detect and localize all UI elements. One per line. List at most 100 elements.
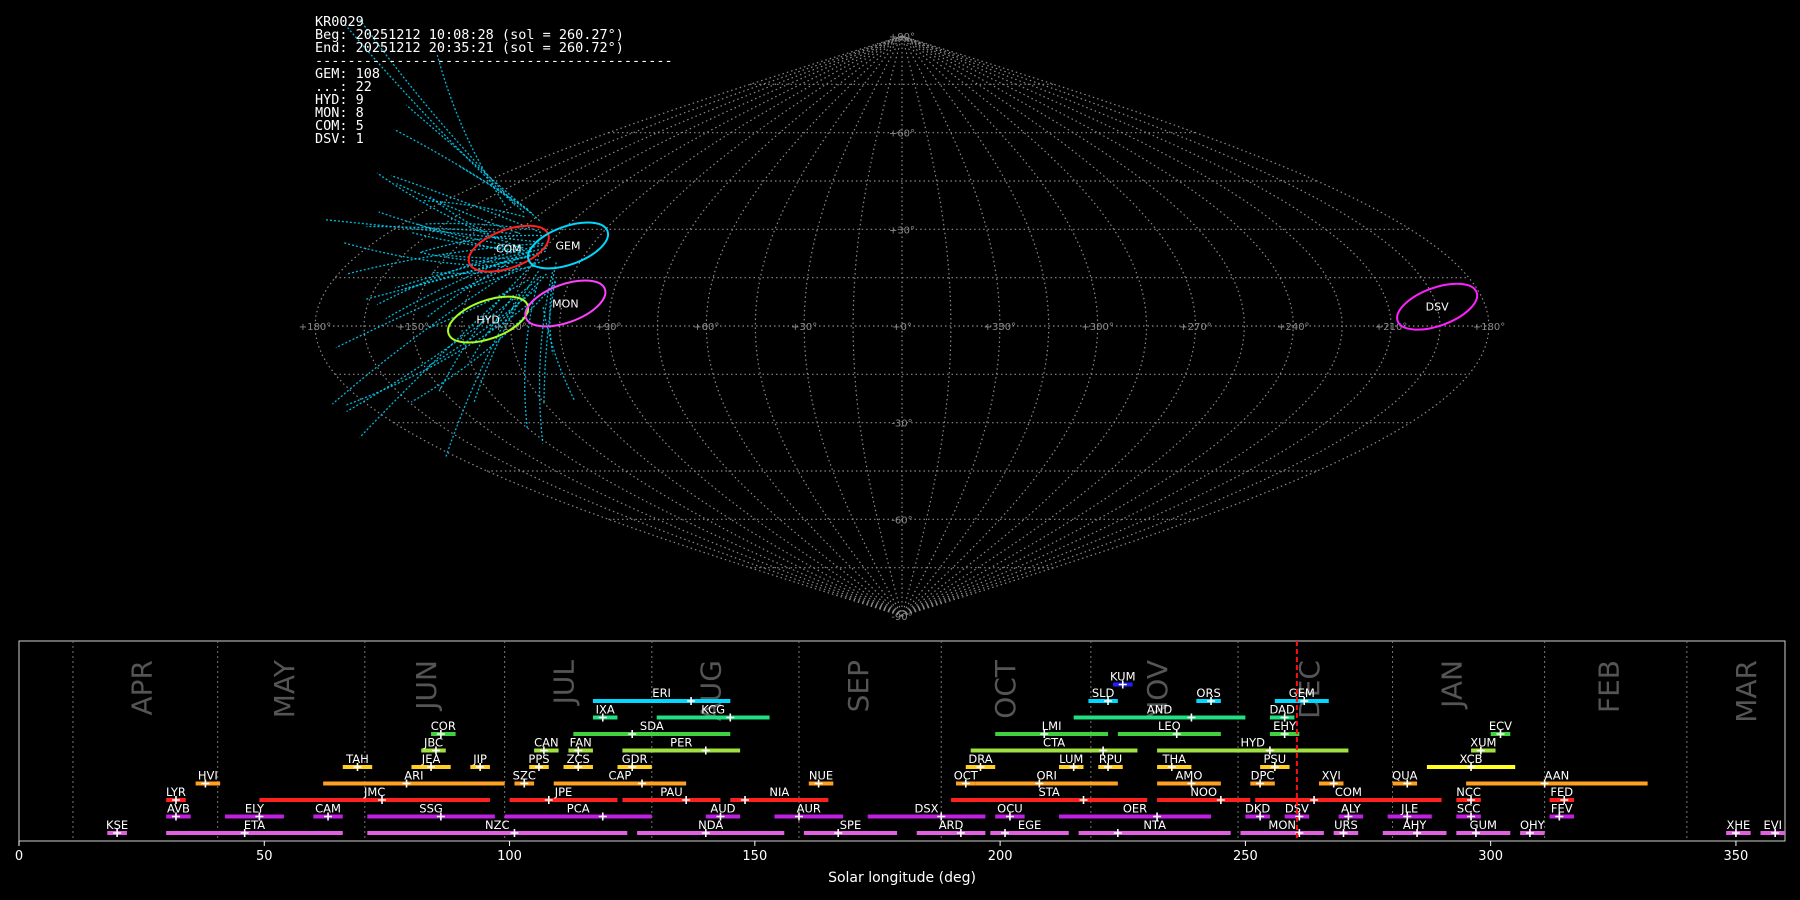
- shower-label-nta: NTA: [1143, 818, 1166, 832]
- shower-label-jpe: JPE: [554, 785, 573, 799]
- shower-peak-cap: [638, 779, 647, 788]
- shower-peak-pau: [682, 796, 691, 804]
- shower-label-per: PER: [670, 736, 692, 750]
- shower-label-avb: AVB: [167, 802, 190, 816]
- shower-peak-sta: [1079, 796, 1088, 804]
- shower-label-ehy: EHY: [1273, 719, 1297, 733]
- shower-label-rpu: RPU: [1099, 752, 1122, 766]
- shower-label-nia: NIA: [769, 785, 789, 799]
- shower-label-xvi: XVI: [1322, 769, 1341, 783]
- shower-label-lmi: LMI: [1042, 719, 1062, 733]
- month-label-apr: APR: [126, 660, 159, 716]
- x-tick-label: 350: [1724, 849, 1749, 864]
- shower-label-cta: CTA: [1043, 736, 1065, 750]
- shower-label-xcb: XCB: [1460, 752, 1483, 766]
- month-label-jan: JAN: [1435, 660, 1468, 710]
- shower-peak-jpe: [544, 796, 553, 804]
- shower-bars: KUM ERI SLD ORS GEM IXA KCG AND DAD COR SDA LMI LEO E…: [106, 670, 1785, 837]
- x-axis-label: Solar longitude (deg): [828, 870, 976, 886]
- shower-peak-nzc: [510, 829, 519, 837]
- shower-label-aly: ALY: [1341, 802, 1362, 816]
- shower-label-oer: OER: [1123, 802, 1147, 816]
- shower-label-ely: ELY: [245, 802, 265, 816]
- shower-label-lum: LUM: [1059, 752, 1083, 766]
- shower-peak-noo: [1216, 796, 1225, 804]
- x-tick-label: 50: [256, 849, 273, 864]
- shower-label-evi: EVI: [1763, 818, 1782, 832]
- shower-label-kum: KUM: [1110, 670, 1136, 684]
- x-tick-label: 100: [497, 849, 522, 864]
- shower-label-kse: KSE: [106, 818, 128, 832]
- shower-label-ege: EGE: [1018, 818, 1041, 832]
- shower-label-cor: COR: [431, 719, 456, 733]
- shower-label-gem: GEM: [1289, 686, 1315, 700]
- shower-label-jea: JEA: [421, 752, 441, 766]
- shower-label-ari: ARI: [404, 769, 423, 783]
- shower-label-pau: PAU: [660, 785, 682, 799]
- shower-peak-com: [1310, 796, 1319, 804]
- shower-timeline: APR MAY JUN JUL AUG SEP OCT NOV DEC JAN FEB MAR KUM…: [15, 640, 1786, 886]
- month-label-sep: SEP: [842, 660, 875, 712]
- x-axis: 0 50 100 150 200 250 300 350: [15, 841, 1748, 864]
- shower-label-and: AND: [1147, 703, 1172, 717]
- shower-label-oct: OCT: [954, 769, 979, 783]
- shower-label-mon: MON: [1268, 818, 1296, 832]
- shower-label-xum: XUM: [1470, 736, 1496, 750]
- shower-label-dpc: DPC: [1251, 769, 1275, 783]
- shower-label-sld: SLD: [1092, 686, 1115, 700]
- shower-label-aan: AAN: [1545, 769, 1570, 783]
- shower-label-fev: FEV: [1551, 802, 1573, 816]
- shower-label-ocu: OCU: [997, 802, 1023, 816]
- shower-label-hyd: HYD: [1240, 736, 1265, 750]
- shower-label-cam: CAM: [315, 802, 341, 816]
- month-label-jun: JUN: [410, 660, 443, 712]
- shower-label-tha: THA: [1161, 752, 1186, 766]
- shower-label-com: COM: [1335, 785, 1362, 799]
- shower-label-sta: STA: [1039, 785, 1060, 799]
- month-label-oct: OCT: [989, 659, 1022, 719]
- shower-label-fed: FED: [1550, 785, 1573, 799]
- shower-label-spe: SPE: [840, 818, 862, 832]
- shower-label-ecv: ECV: [1489, 719, 1512, 733]
- shower-peak-and: [1187, 713, 1196, 722]
- shower-peak-nta: [1113, 829, 1122, 837]
- month-label-may: MAY: [268, 659, 301, 718]
- shower-label-tah: TAH: [345, 752, 369, 766]
- shower-peak-nia: [741, 796, 750, 804]
- shower-label-ncc: NCC: [1456, 785, 1481, 799]
- month-label-mar: MAR: [1730, 660, 1763, 723]
- shower-label-xhe: XHE: [1726, 818, 1750, 832]
- shower-label-dkd: DKD: [1245, 802, 1270, 816]
- shower-label-amo: AMO: [1176, 769, 1203, 783]
- shower-label-leo: LEO: [1158, 719, 1181, 733]
- shower-label-gdr: GDR: [622, 752, 648, 766]
- shower-label-szc: SZC: [513, 769, 536, 783]
- shower-label-eta: ETA: [244, 818, 265, 832]
- shower-label-zcs: ZCS: [567, 752, 590, 766]
- shower-label-noo: NOO: [1190, 785, 1217, 799]
- shower-label-aud: AUD: [710, 802, 735, 816]
- shower-label-scc: SCC: [1457, 802, 1480, 816]
- shower-label-cap: CAP: [609, 769, 632, 783]
- shower-label-dsx: DSX: [915, 802, 939, 816]
- shower-label-qua: QUA: [1392, 769, 1417, 783]
- shower-label-pps: PPS: [528, 752, 549, 766]
- shower-label-psu: PSU: [1263, 752, 1286, 766]
- shower-label-nda: NDA: [698, 818, 723, 832]
- shower-label-ors: ORS: [1196, 686, 1220, 700]
- shower-label-dra: DRA: [968, 752, 992, 766]
- shower-label-jbc: JBC: [423, 736, 443, 750]
- shower-label-ohy: OHY: [1520, 818, 1546, 832]
- shower-label-sda: SDA: [640, 719, 664, 733]
- shower-label-fan: FAN: [570, 736, 592, 750]
- x-tick-label: 0: [15, 849, 23, 864]
- shower-label-nue: NUE: [809, 769, 833, 783]
- x-tick-label: 150: [742, 849, 767, 864]
- x-tick-label: 300: [1478, 849, 1503, 864]
- shower-label-jmc: JMC: [363, 785, 385, 799]
- month-label-feb: FEB: [1592, 660, 1625, 713]
- shower-label-dad: DAD: [1269, 703, 1295, 717]
- x-tick-label: 250: [1233, 849, 1258, 864]
- shower-label-ssg: SSG: [419, 802, 443, 816]
- shower-label-eri: ERI: [652, 686, 671, 700]
